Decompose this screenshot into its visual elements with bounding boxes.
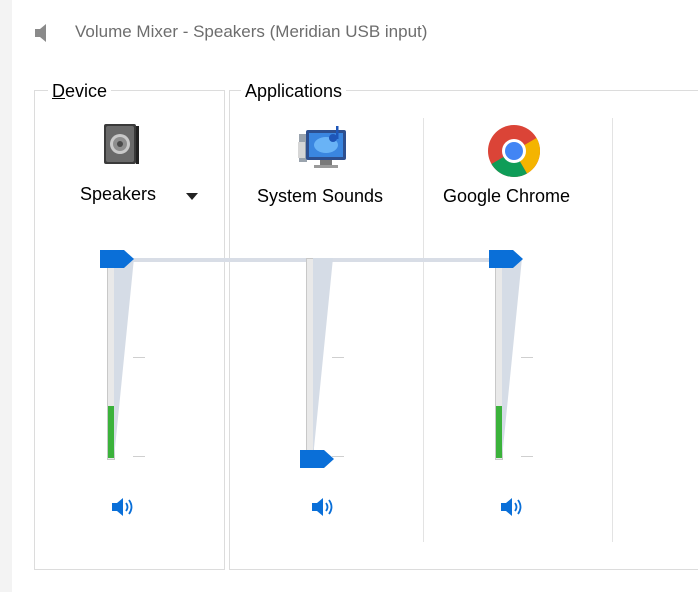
device-peak-meter: [108, 406, 114, 458]
device-volume-wedge: [114, 258, 134, 458]
system-sounds-label: System Sounds: [257, 186, 384, 206]
speaker-device-icon[interactable]: [101, 122, 141, 166]
device-select[interactable]: Speakers: [80, 184, 156, 205]
column-divider: [612, 118, 613, 542]
chrome-peak-meter: [496, 406, 502, 458]
chrome-mute-button[interactable]: [498, 494, 526, 520]
column-divider: [423, 118, 424, 542]
volume-tick: [133, 357, 145, 358]
speaker-icon: [35, 24, 46, 42]
chrome-icon[interactable]: [487, 124, 541, 178]
volume-tick: [521, 456, 533, 457]
title-bar: Volume Mixer - Speakers (Meridian USB in…: [12, 0, 698, 62]
chrome-label: Google Chrome: [443, 186, 571, 206]
device-volume-thumb[interactable]: [100, 250, 134, 268]
window-left-edge: [0, 0, 12, 592]
applications-group-label: Applications: [241, 80, 347, 102]
volume-tick: [133, 456, 145, 457]
device-mute-button[interactable]: [109, 494, 137, 520]
volume-tick: [521, 357, 533, 358]
system-sounds-volume-wedge: [313, 258, 333, 458]
chrome-volume-thumb[interactable]: [489, 250, 523, 268]
system-sounds-volume-thumb[interactable]: [300, 450, 334, 468]
system-sounds-icon[interactable]: [296, 124, 350, 172]
volume-tick: [332, 357, 344, 358]
chrome-volume-wedge: [502, 258, 522, 458]
chevron-down-icon[interactable]: [186, 193, 198, 200]
device-group-label: Device: [48, 80, 112, 102]
window-title: Volume Mixer - Speakers (Meridian USB in…: [75, 22, 428, 41]
system-sounds-mute-button[interactable]: [309, 494, 337, 520]
